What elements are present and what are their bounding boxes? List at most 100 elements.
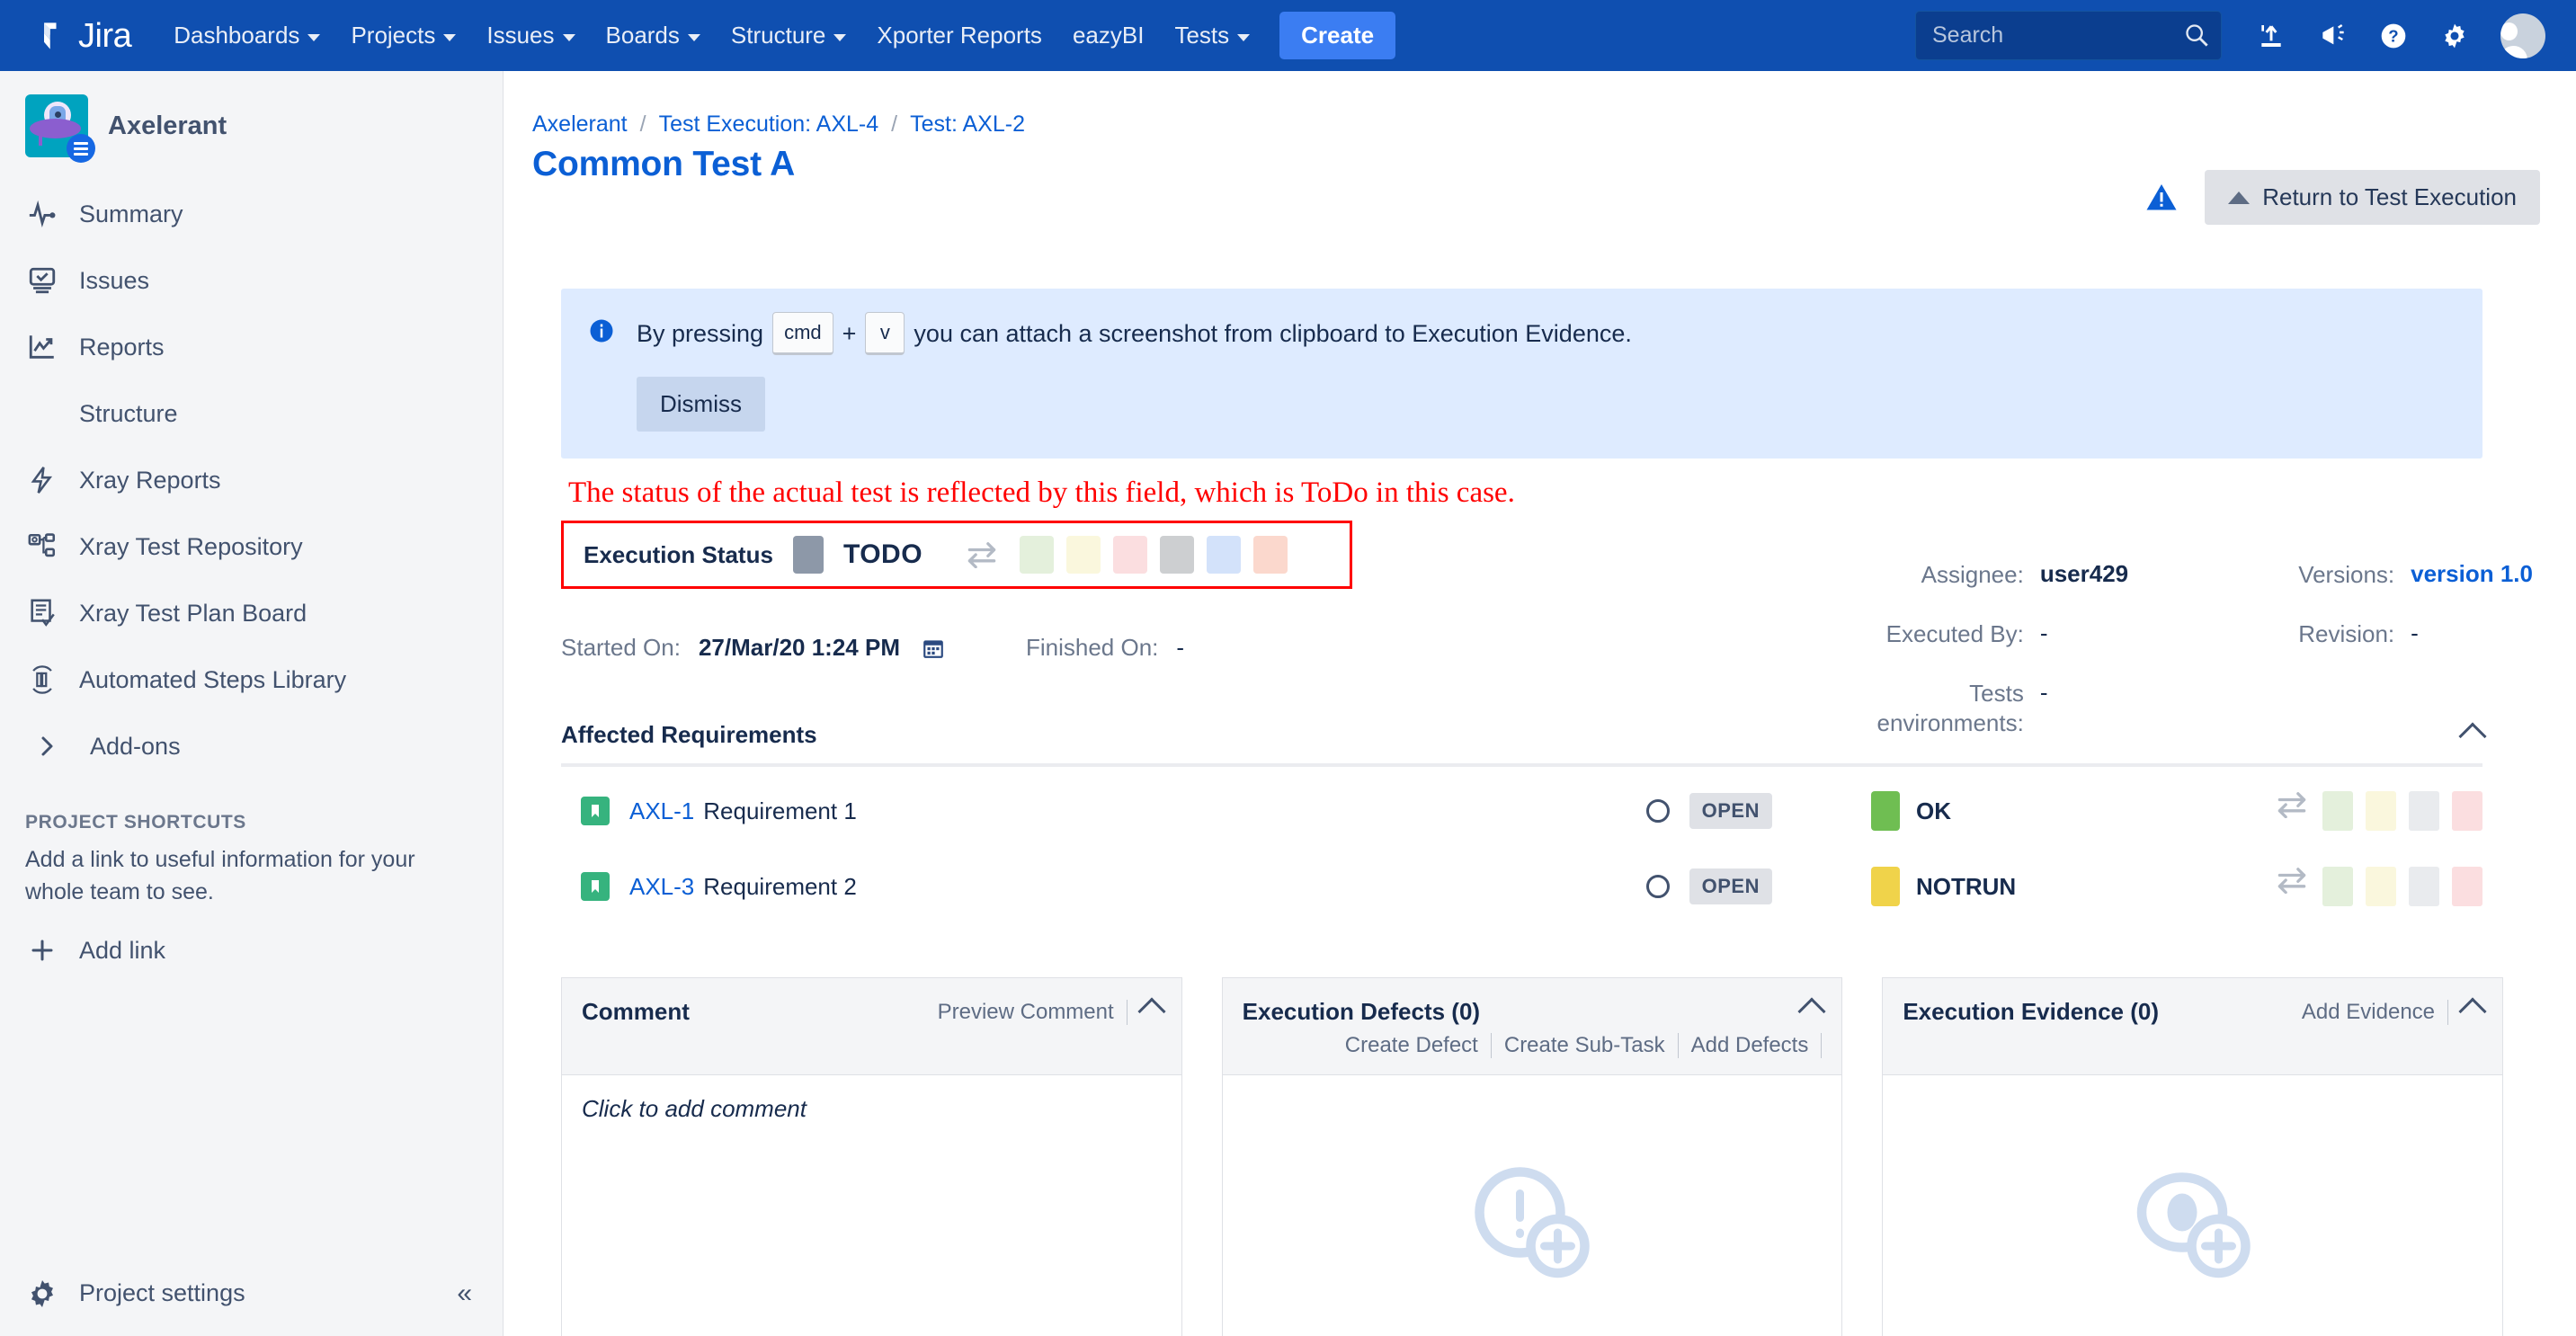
create-button[interactable]: Create bbox=[1279, 12, 1396, 59]
create-defect-button[interactable]: Create Defect bbox=[1333, 1033, 1491, 1058]
sidebar-item-issues[interactable]: Issues bbox=[0, 247, 503, 314]
sidebar-item-reports[interactable]: Reports bbox=[0, 314, 503, 380]
dismiss-button[interactable]: Dismiss bbox=[637, 377, 765, 432]
nav-item-boards[interactable]: Boards bbox=[591, 0, 716, 71]
status-transition-swatch[interactable] bbox=[2366, 791, 2396, 831]
project-sidebar: Axelerant Summary Issues Reports Structu… bbox=[0, 71, 504, 1336]
warning-info-icon[interactable] bbox=[2145, 182, 2178, 214]
search-input[interactable] bbox=[1915, 11, 2222, 60]
breadcrumb-item-test-execution[interactable]: Test Execution: AXL-4 bbox=[659, 111, 879, 138]
chevron-right-icon bbox=[31, 729, 65, 763]
bottom-panels: Comment Preview Comment Click to add com… bbox=[561, 977, 2504, 1336]
collapse-defects-panel-button[interactable] bbox=[1787, 997, 1826, 1026]
status-transition-swatch[interactable] bbox=[1020, 536, 1055, 574]
status-transition-swatch[interactable] bbox=[2366, 867, 2396, 906]
defects-panel-title: Execution Defects (0) bbox=[1242, 998, 1481, 1025]
status-transition-swatch[interactable] bbox=[1160, 536, 1195, 574]
project-settings-link[interactable]: Project settings bbox=[79, 1279, 245, 1307]
upload-icon[interactable] bbox=[2243, 8, 2299, 64]
banner-text-before: By pressing bbox=[637, 319, 764, 347]
return-to-test-execution-button[interactable]: Return to Test Execution bbox=[2205, 170, 2540, 225]
comment-panel-body[interactable]: Click to add comment bbox=[562, 1075, 1181, 1336]
chevron-down-icon bbox=[443, 33, 457, 41]
sidebar-item-automated-steps-library[interactable]: Automated Steps Library bbox=[0, 646, 503, 713]
nav-item-eazybi[interactable]: eazyBI bbox=[1057, 0, 1160, 71]
info-icon bbox=[590, 319, 613, 343]
swatch-group bbox=[2322, 791, 2482, 831]
help-icon[interactable]: ? bbox=[2366, 8, 2421, 64]
status-transition-swatch[interactable] bbox=[1207, 536, 1242, 574]
table-row: AXL-3 Requirement 2 OPEN NOTRUN bbox=[561, 855, 2482, 918]
test-status-label: NOTRUN bbox=[1916, 872, 2017, 900]
requirement-key[interactable]: AXL-3 bbox=[629, 873, 694, 901]
sidebar-item-label: Add-ons bbox=[90, 732, 181, 760]
chevron-up-icon bbox=[1797, 997, 1826, 1026]
requirement-transition-swatches bbox=[2274, 791, 2482, 831]
status-transition-swatch[interactable] bbox=[1066, 536, 1101, 574]
clipboard-tip-banner: By pressing cmd + v you can attach a scr… bbox=[561, 289, 2482, 459]
defects-panel-body bbox=[1223, 1075, 1842, 1336]
settings-gear-icon[interactable] bbox=[25, 1277, 59, 1311]
field-label: Revision: bbox=[2298, 619, 2395, 647]
execution-status-color-chip bbox=[792, 536, 824, 574]
collapse-evidence-panel-button[interactable] bbox=[2448, 997, 2487, 1026]
breadcrumb-item-project[interactable]: Axelerant bbox=[532, 111, 628, 138]
project-header[interactable]: Axelerant bbox=[0, 71, 503, 181]
collapse-sidebar-button[interactable]: « bbox=[457, 1278, 477, 1309]
status-transition-swatch[interactable] bbox=[2452, 867, 2482, 906]
status-transition-swatch[interactable] bbox=[2409, 791, 2439, 831]
open-status-circle-icon bbox=[1645, 799, 1670, 823]
avatar-body bbox=[2500, 45, 2527, 58]
started-on-value[interactable]: 27/Mar/20 1:24 PM bbox=[699, 634, 900, 662]
collapse-comment-panel-button[interactable] bbox=[1128, 997, 1166, 1026]
project-name: Axelerant bbox=[108, 111, 227, 140]
sidebar-item-xray-test-repository[interactable]: Xray Test Repository bbox=[0, 513, 503, 580]
requirement-workflow: OPEN bbox=[1645, 868, 1772, 904]
sidebar-item-xray-reports[interactable]: Xray Reports bbox=[0, 447, 503, 513]
requirement-key[interactable]: AXL-1 bbox=[629, 797, 694, 825]
sidebar-item-add-ons[interactable]: Add-ons bbox=[0, 713, 503, 779]
add-defects-button[interactable]: Add Defects bbox=[1679, 1033, 1822, 1058]
nav-label: Structure bbox=[730, 22, 826, 49]
status-transition-swatch[interactable] bbox=[2409, 867, 2439, 906]
sidebar-item-xray-test-plan-board[interactable]: Xray Test Plan Board bbox=[0, 580, 503, 646]
add-evidence-button[interactable]: Add Evidence bbox=[2289, 1000, 2447, 1025]
jira-logo-icon bbox=[44, 22, 57, 49]
nav-item-dashboards[interactable]: Dashboards bbox=[158, 0, 335, 71]
status-transition-swatch[interactable] bbox=[2322, 791, 2353, 831]
banner-text-after: you can attach a screenshot from clipboa… bbox=[914, 319, 1632, 347]
create-sub-task-button[interactable]: Create Sub-Task bbox=[1492, 1033, 1678, 1058]
status-transition-swatch[interactable] bbox=[1253, 536, 1288, 574]
sidebar-item-label: Xray Reports bbox=[79, 466, 221, 494]
nav-item-xporter-reports[interactable]: Xporter Reports bbox=[861, 0, 1057, 71]
calendar-icon[interactable] bbox=[922, 637, 945, 660]
status-transition-swatch[interactable] bbox=[2322, 867, 2353, 906]
nav-item-issues[interactable]: Issues bbox=[471, 0, 590, 71]
affected-requirements-title: Affected Requirements bbox=[561, 721, 817, 748]
breadcrumb-separator: / bbox=[891, 111, 898, 137]
search-icon[interactable] bbox=[2184, 22, 2209, 48]
field-value[interactable]: version 1.0 bbox=[2411, 560, 2533, 588]
execution-status-field[interactable]: Execution Status TODO bbox=[561, 521, 1352, 589]
breadcrumb-item-test[interactable]: Test: AXL-2 bbox=[910, 111, 1025, 138]
announcement-icon[interactable] bbox=[2304, 8, 2360, 64]
nav-item-structure[interactable]: Structure bbox=[716, 0, 862, 71]
add-link-button[interactable]: Add link bbox=[0, 908, 503, 967]
project-type-badge-icon bbox=[67, 134, 95, 163]
nav-label: Issues bbox=[486, 22, 555, 49]
nav-item-projects[interactable]: Projects bbox=[335, 0, 471, 71]
sidebar-item-label: Issues bbox=[79, 266, 150, 294]
nav-item-tests[interactable]: Tests bbox=[1159, 0, 1265, 71]
jira-logo[interactable]: Jira bbox=[36, 19, 132, 53]
story-icon bbox=[581, 872, 610, 901]
field-revision: Revision: - bbox=[2233, 619, 2533, 650]
status-transition-swatch[interactable] bbox=[1113, 536, 1148, 574]
chevron-down-icon bbox=[562, 33, 575, 41]
sidebar-item-structure[interactable]: Structure bbox=[0, 380, 503, 447]
avatar[interactable] bbox=[2500, 13, 2545, 58]
meta-column-right: Versions: version 1.0 Revision: - bbox=[2233, 560, 2533, 768]
settings-gear-icon[interactable] bbox=[2427, 8, 2482, 64]
sidebar-item-summary[interactable]: Summary bbox=[0, 181, 503, 247]
preview-comment-button[interactable]: Preview Comment bbox=[925, 1000, 1127, 1025]
status-transition-swatch[interactable] bbox=[2452, 791, 2482, 831]
